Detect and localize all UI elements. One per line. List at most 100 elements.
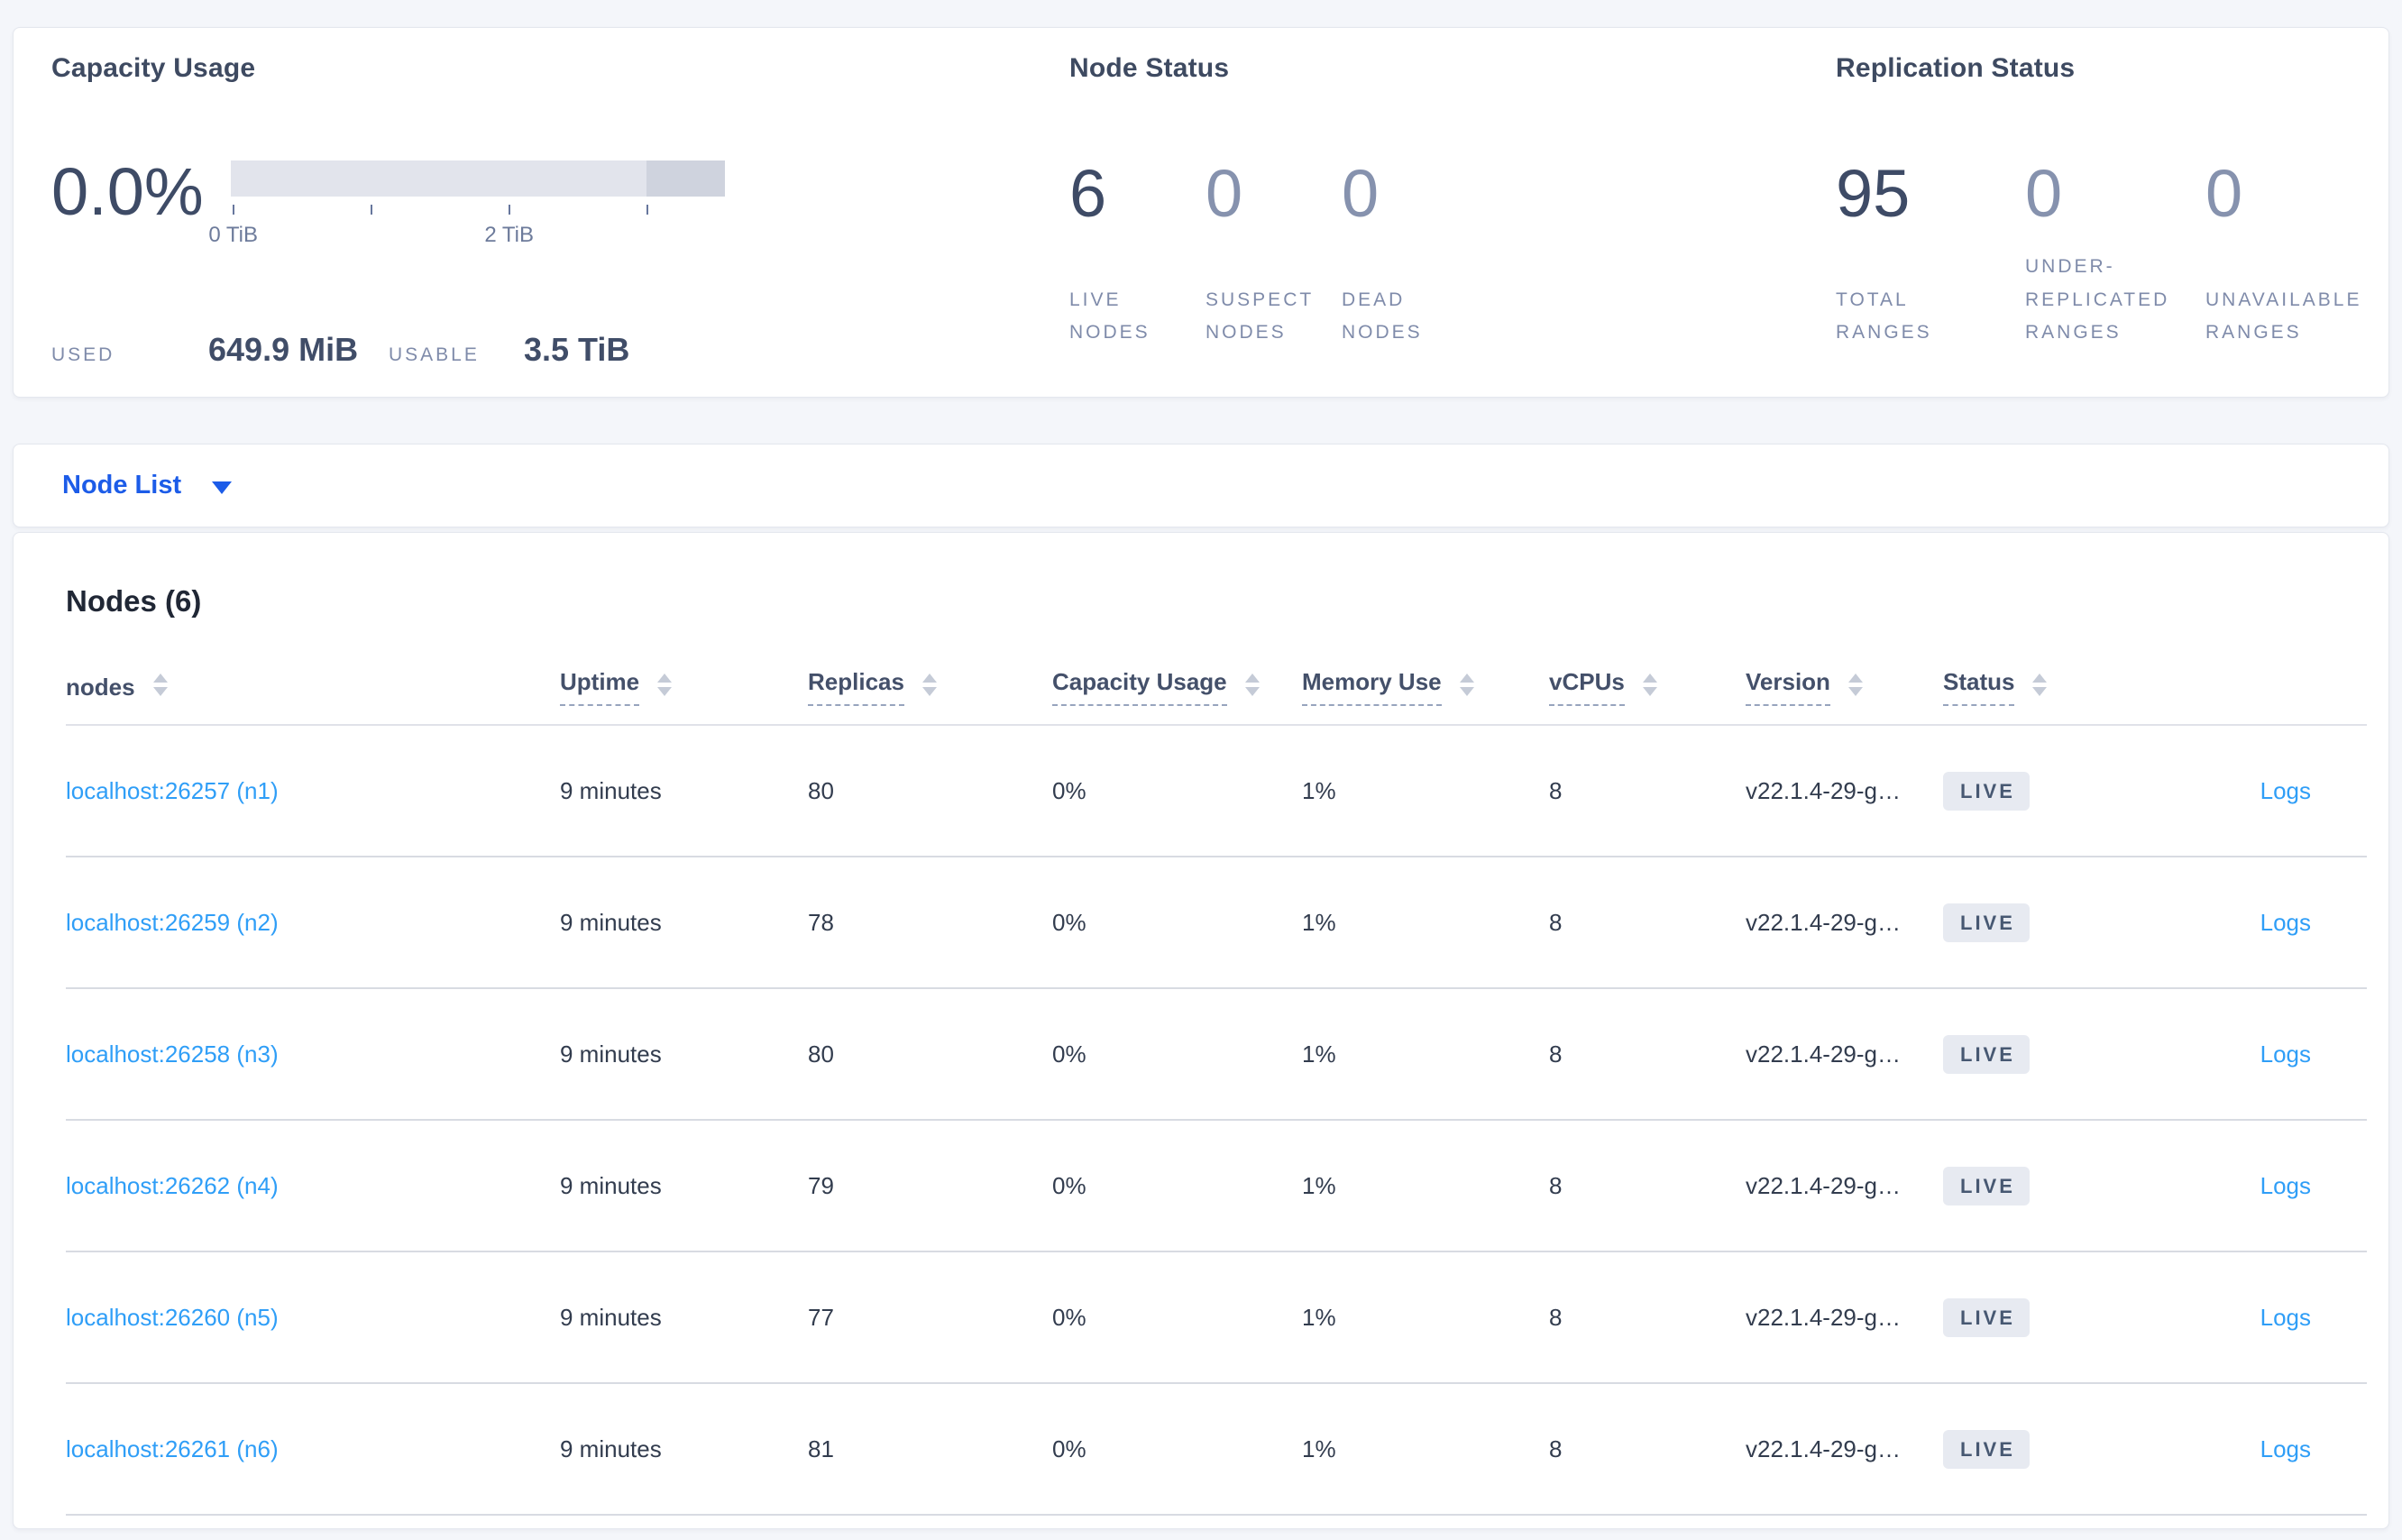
logs-link[interactable]: Logs: [2260, 1435, 2311, 1462]
nodes-heading: Nodes (6): [66, 584, 202, 618]
replication-status-labels: TOTAL RANGES UNDER-REPLICATED RANGES UNA…: [1836, 251, 2402, 350]
column-header-label: vCPUs: [1549, 668, 1625, 706]
column-header[interactable]: [2147, 683, 2367, 692]
vcpus-cell: 8: [1549, 1040, 1563, 1068]
usable-label: USABLE: [389, 344, 480, 365]
axis-tick: [232, 205, 234, 215]
capacity-bar-other-segment: [646, 160, 725, 197]
version-cell: v22.1.4-29-g…: [1746, 776, 1901, 804]
node-row: localhost:26261 (n6) 9 minutes 81 0% 1% …: [66, 1384, 2367, 1516]
column-header[interactable]: Status: [1943, 668, 2147, 706]
sort-icon: [2032, 673, 2048, 696]
view-selector-card: Node List: [13, 444, 2389, 527]
column-header[interactable]: Version: [1746, 668, 1943, 706]
node-row: localhost:26259 (n2) 9 minutes 78 0% 1% …: [66, 857, 2367, 989]
node-link[interactable]: localhost:26262 (n4): [66, 1172, 279, 1199]
capacity-bar-track: [230, 160, 725, 197]
memory-use-cell: 1%: [1302, 776, 1336, 804]
used-value: 649.9 MiB: [208, 331, 359, 368]
dead-nodes-count: 0: [1342, 156, 1380, 231]
nodes-table-card: Nodes (6) nodes Uptime Replicas Capacity…: [13, 532, 2389, 1529]
column-header-label: Version: [1746, 668, 1830, 706]
total-ranges-label: TOTAL RANGES: [1836, 289, 1932, 344]
uptime-cell: 9 minutes: [560, 1171, 662, 1199]
column-header[interactable]: nodes: [66, 673, 560, 701]
total-ranges-count: 95: [1836, 156, 1911, 231]
logs-link[interactable]: Logs: [2260, 777, 2311, 804]
node-status-values: 6 0 0: [1069, 160, 1478, 227]
sort-up-arrow-icon: [657, 673, 673, 683]
capacity-usage-section: Capacity Usage 0.0% 0 TiB 2 TiB USED 649…: [51, 28, 1043, 397]
column-header-label: Status: [1943, 668, 2015, 706]
capacity-usage-chart: 0.0% 0 TiB 2 TiB: [51, 154, 725, 247]
cluster-summary-card: Capacity Usage 0.0% 0 TiB 2 TiB USED 649…: [13, 27, 2389, 398]
sort-icon: [1244, 673, 1260, 696]
capacity-usage-title: Capacity Usage: [51, 53, 256, 83]
capacity-used-percent: 0.0%: [51, 154, 204, 229]
nodes-table-header: nodes Uptime Replicas Capacity Usage Mem…: [66, 668, 2367, 726]
suspect-nodes-label: SUSPECT NODES: [1206, 289, 1314, 344]
column-header-label: Uptime: [560, 668, 640, 706]
capacity-usage-cell: 0%: [1052, 1040, 1086, 1068]
column-header[interactable]: Uptime: [560, 668, 808, 706]
replication-status-values: 95 0 0: [1836, 160, 2402, 227]
sort-up-arrow-icon: [1847, 673, 1863, 683]
sort-up-arrow-icon: [921, 673, 937, 683]
sort-up-arrow-icon: [1244, 673, 1260, 683]
node-row: localhost:26258 (n3) 9 minutes 80 0% 1% …: [66, 989, 2367, 1121]
version-cell: v22.1.4-29-g…: [1746, 1171, 1901, 1199]
replicas-cell: 80: [808, 1040, 834, 1068]
column-header[interactable]: vCPUs: [1549, 668, 1746, 706]
logs-link[interactable]: Logs: [2260, 1304, 2311, 1331]
column-header-label: Replicas: [808, 668, 904, 706]
usable-value: 3.5 TiB: [524, 331, 630, 368]
node-list-dropdown[interactable]: Node List: [62, 471, 233, 500]
version-cell: v22.1.4-29-g…: [1746, 1040, 1901, 1068]
sort-down-arrow-icon: [1459, 686, 1474, 696]
status-badge: LIVE: [1943, 1034, 2030, 1074]
sort-down-arrow-icon: [1642, 686, 1657, 696]
unavailable-ranges-count: 0: [2205, 156, 2243, 231]
axis-tick: [508, 205, 510, 215]
column-header[interactable]: Memory Use: [1302, 668, 1549, 706]
version-cell: v22.1.4-29-g…: [1746, 908, 1901, 936]
column-header[interactable]: Replicas: [808, 668, 1052, 706]
replicas-cell: 80: [808, 776, 834, 804]
node-link[interactable]: localhost:26260 (n5): [66, 1304, 279, 1331]
node-link[interactable]: localhost:26259 (n2): [66, 909, 279, 936]
status-badge: LIVE: [1943, 1166, 2030, 1205]
column-header[interactable]: Capacity Usage: [1052, 668, 1302, 706]
capacity-usage-cell: 0%: [1052, 1435, 1086, 1462]
node-list-dropdown-label: Node List: [62, 471, 182, 500]
status-badge: LIVE: [1943, 771, 2030, 811]
vcpus-cell: 8: [1549, 1171, 1563, 1199]
sort-icon: [152, 673, 168, 696]
node-link[interactable]: localhost:26258 (n3): [66, 1040, 279, 1068]
capacity-usage-cell: 0%: [1052, 776, 1086, 804]
nodes-table: nodes Uptime Replicas Capacity Usage Mem…: [66, 668, 2367, 1516]
memory-use-cell: 1%: [1302, 1171, 1336, 1199]
vcpus-cell: 8: [1549, 1435, 1563, 1462]
capacity-usage-cell: 0%: [1052, 1303, 1086, 1331]
chevron-down-icon: [212, 481, 233, 494]
uptime-cell: 9 minutes: [560, 776, 662, 804]
status-badge: LIVE: [1943, 1297, 2030, 1337]
capacity-bar-axis: 0 TiB 2 TiB: [208, 205, 725, 247]
replication-status-title: Replication Status: [1836, 53, 2076, 83]
node-link[interactable]: localhost:26257 (n1): [66, 777, 279, 804]
node-link[interactable]: localhost:26261 (n6): [66, 1435, 279, 1462]
sort-up-arrow-icon: [152, 673, 168, 683]
capacity-usage-cell: 0%: [1052, 908, 1086, 936]
node-status-title: Node Status: [1069, 53, 1230, 83]
sort-down-arrow-icon: [2032, 686, 2048, 696]
used-label: USED: [51, 344, 115, 365]
version-cell: v22.1.4-29-g…: [1746, 1303, 1901, 1331]
logs-link[interactable]: Logs: [2260, 1040, 2311, 1068]
sort-down-arrow-icon: [1847, 686, 1863, 696]
vcpus-cell: 8: [1549, 776, 1563, 804]
logs-link[interactable]: Logs: [2260, 909, 2311, 936]
vcpus-cell: 8: [1549, 1303, 1563, 1331]
logs-link[interactable]: Logs: [2260, 1172, 2311, 1199]
sort-up-arrow-icon: [1642, 673, 1657, 683]
status-badge: LIVE: [1943, 1429, 2030, 1469]
